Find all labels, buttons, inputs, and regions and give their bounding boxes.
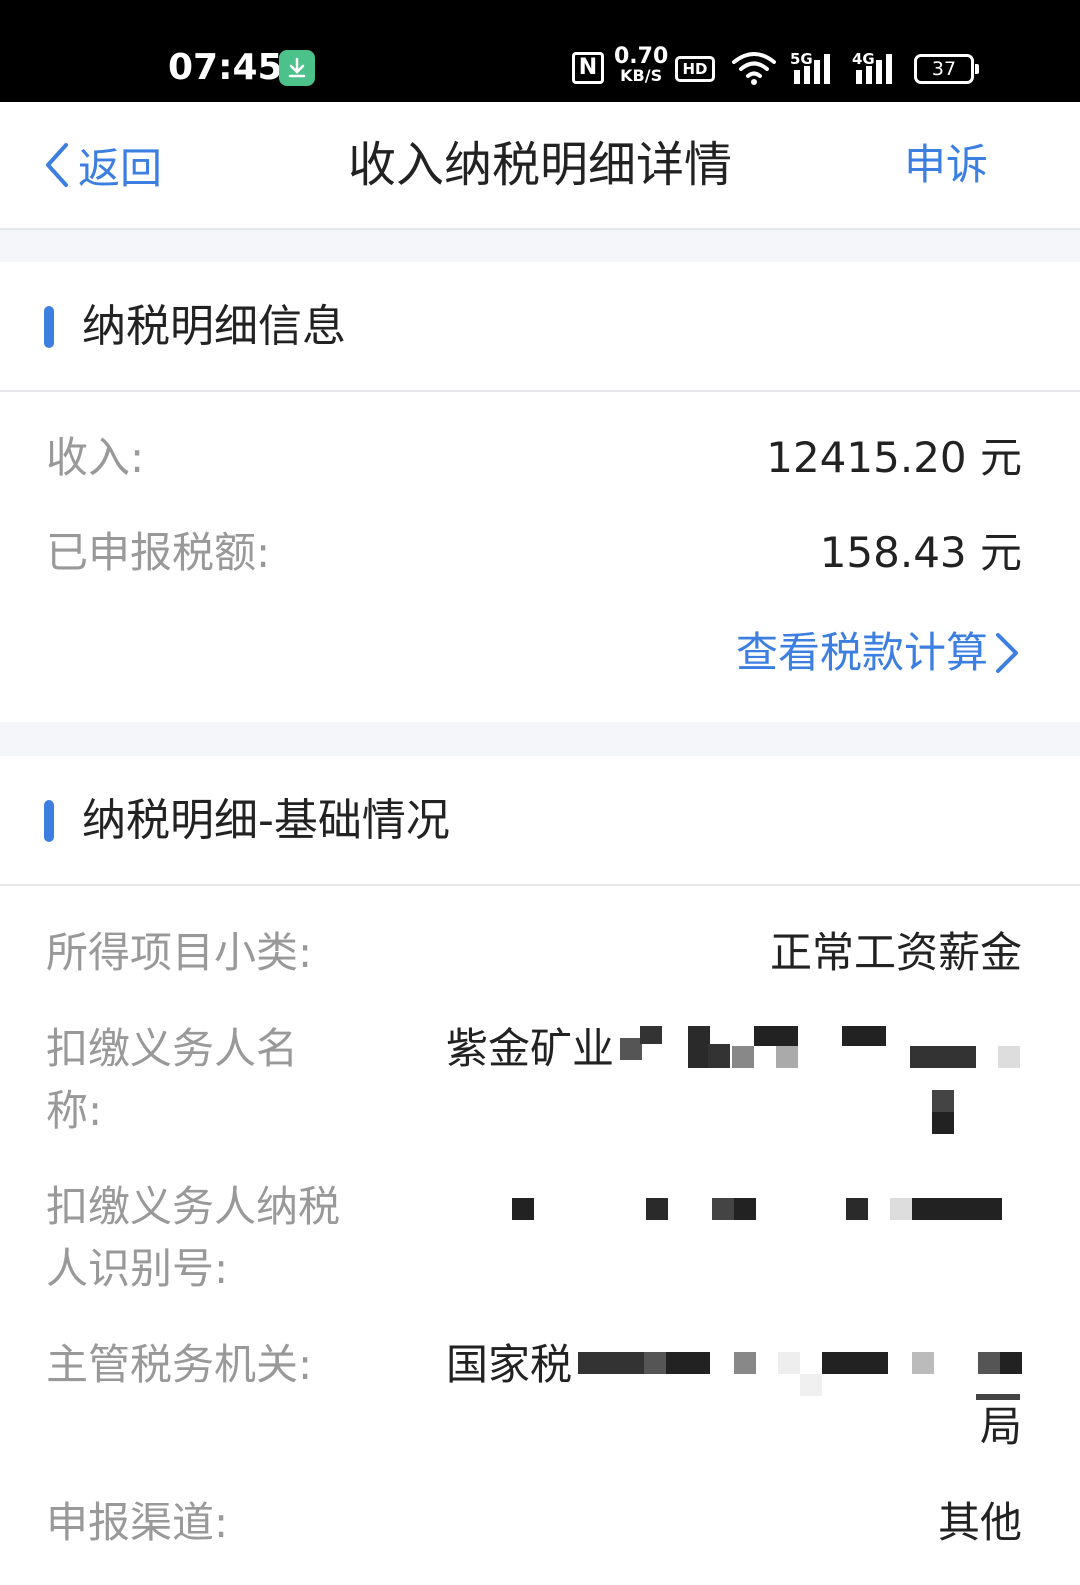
income-value: 12415.20 元 [766, 433, 1022, 482]
income-item-label: 所得项目小类: [46, 928, 313, 977]
withholding-agent-tax-id-row: 扣缴义务人纳税 人识别号: [46, 1176, 1022, 1306]
label-line: 人识别号: [46, 1244, 229, 1293]
nfc-icon: N [572, 52, 604, 84]
tax-authority-row: 主管税务机关: 国家税 局 [46, 1334, 1022, 1464]
section-accent-bar [44, 800, 54, 842]
basic-info-card: 纳税明细-基础情况 所得项目小类: 正常工资薪金 扣缴义务人名 称: 紫金矿业 [0, 756, 1080, 1585]
redacted-mosaic [620, 1024, 1040, 1134]
filing-channel-label: 申报渠道: [46, 1498, 229, 1547]
declared-tax-label: 已申报税额: [46, 528, 271, 577]
svg-text:4G: 4G [852, 50, 875, 68]
wifi-icon [730, 50, 778, 90]
status-bar: 07:45 N 0.70 KB/S HD 5G 4G 37 [0, 0, 1080, 102]
redacted-mosaic [512, 1196, 1032, 1226]
redacted-mosaic [578, 1350, 1038, 1400]
svg-text:5G: 5G [790, 50, 813, 68]
download-icon [279, 50, 315, 86]
label-line: 扣缴义务人纳税 [46, 1182, 341, 1231]
network-speed: 0.70 KB/S [614, 44, 669, 86]
withholding-agent-name-value: 紫金矿业 [446, 1024, 615, 1073]
signal-5g-icon: 5G [790, 50, 840, 90]
view-tax-calculation-link[interactable]: 查看税款计算 [736, 622, 1020, 684]
chevron-right-icon [996, 633, 1018, 673]
appeal-button[interactable]: 申诉 [904, 136, 988, 194]
clock: 07:45 [168, 47, 283, 88]
income-item-value: 正常工资薪金 [769, 928, 1022, 977]
label-line: 扣缴义务人名 [46, 1024, 299, 1073]
network-speed-unit: KB/S [620, 66, 663, 85]
label-line: 称: [46, 1086, 103, 1135]
tax-authority-value-end: 局 [979, 1402, 1022, 1451]
view-tax-calculation-label: 查看税款计算 [735, 628, 988, 677]
declared-tax-value: 158.43 元 [819, 528, 1022, 577]
hd-voice-icon: HD [675, 56, 715, 82]
tax-detail-card: 纳税明细信息 收入: 12415.20 元 已申报税额: 158.43 元 查看… [0, 262, 1080, 722]
section-title: 纳税明细-基础情况 [82, 795, 450, 846]
section-accent-bar [44, 306, 54, 348]
withholding-agent-name-row: 扣缴义务人名 称: 紫金矿业 [46, 1018, 1022, 1148]
income-label: 收入: [46, 433, 145, 482]
signal-4g-icon: 4G [852, 50, 902, 90]
filing-channel-value: 其他 [937, 1498, 1022, 1547]
tax-authority-label: 主管税务机关: [46, 1340, 313, 1389]
section-header: 纳税明细信息 [0, 262, 1080, 392]
section-title: 纳税明细信息 [82, 301, 346, 352]
network-speed-value: 0.70 [614, 44, 669, 69]
battery-icon: 37 [914, 54, 979, 84]
withholding-agent-name-label: 扣缴义务人名 称: [46, 1018, 298, 1142]
withholding-agent-tax-id-label: 扣缴义务人纳税 人识别号: [46, 1176, 340, 1300]
section-header: 纳税明细-基础情况 [0, 756, 1080, 886]
tax-authority-value-start: 国家税 [446, 1340, 573, 1389]
nav-bar: 返回 收入纳税明细详情 申诉 [0, 102, 1080, 230]
